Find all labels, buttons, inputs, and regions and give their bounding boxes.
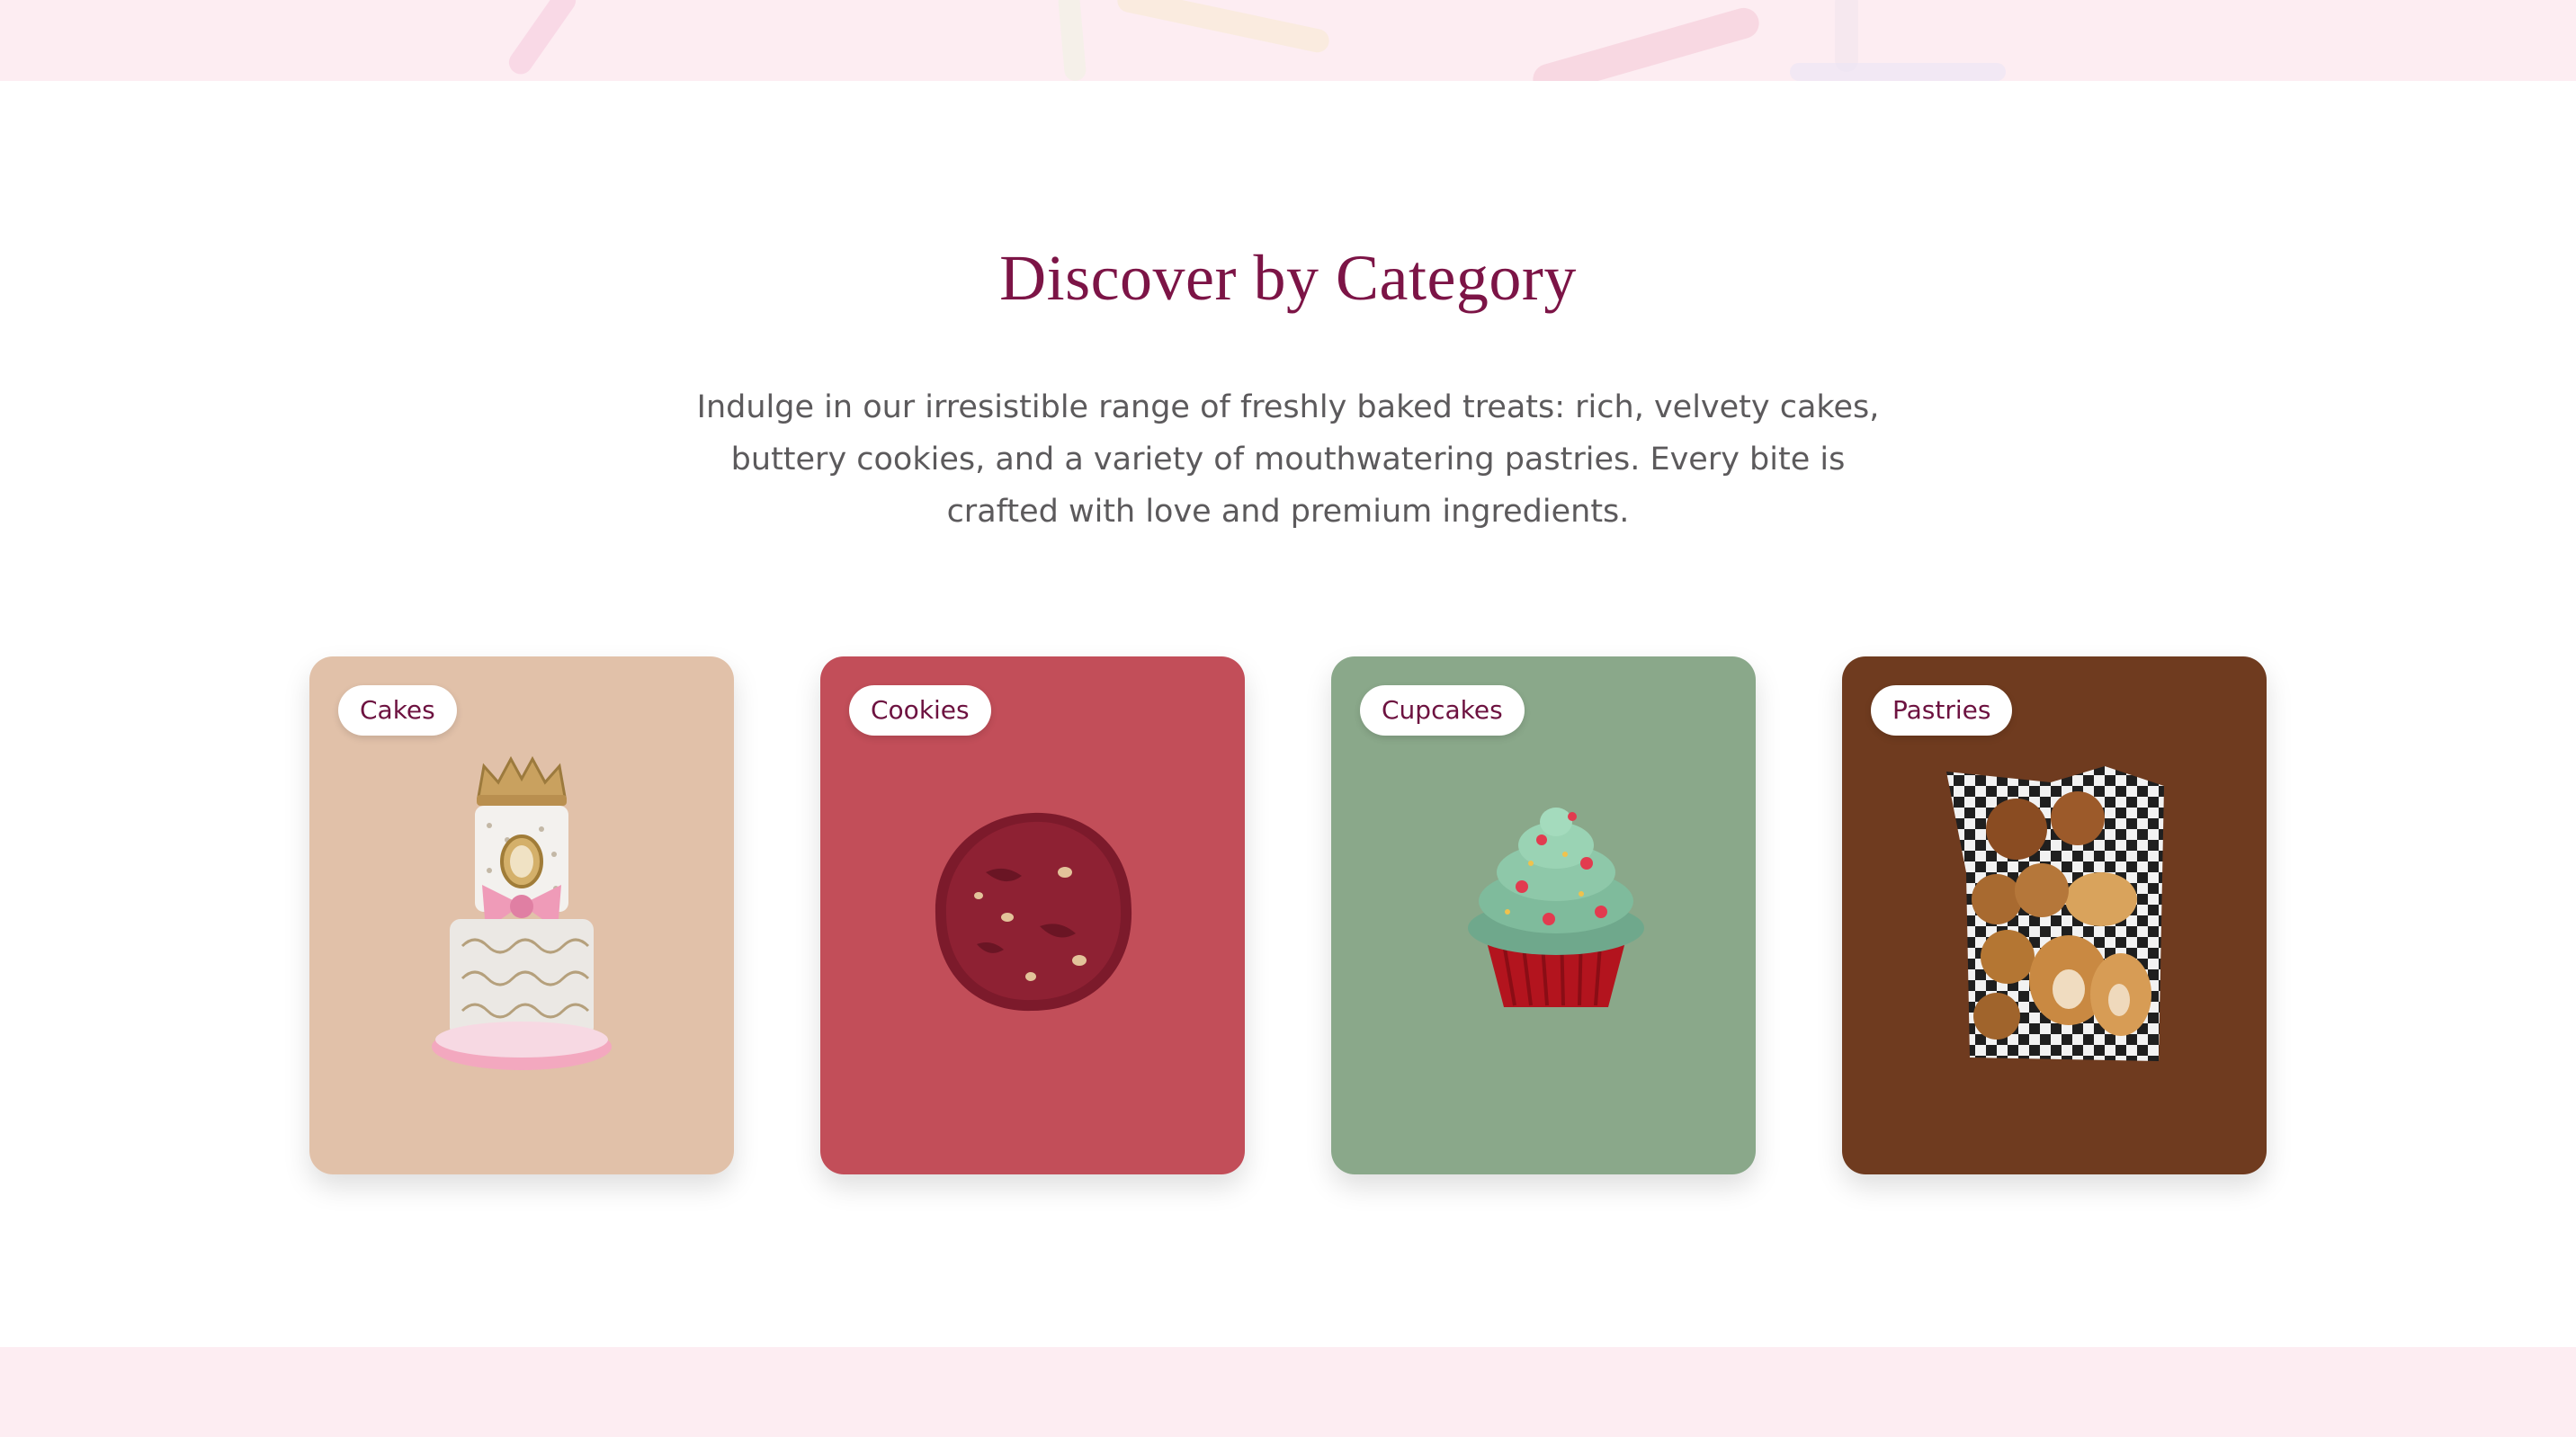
category-label-cupcakes: Cupcakes xyxy=(1360,685,1525,736)
section-description: Indulge in our irresistible range of fre… xyxy=(696,389,1880,530)
category-cards: Cakes Cookies Cupcakes Pastries xyxy=(0,656,2576,1174)
category-card-cakes[interactable]: Cakes xyxy=(309,656,734,1174)
category-card-cookies[interactable]: Cookies xyxy=(820,656,1245,1174)
category-label-cookies: Cookies xyxy=(849,685,991,736)
page: Discover by Category Indulge in our irre… xyxy=(0,0,2576,1437)
category-card-cupcakes[interactable]: Cupcakes xyxy=(1331,656,1756,1174)
pastries-image xyxy=(1943,764,2168,1067)
category-card-pastries[interactable]: Pastries xyxy=(1842,656,2267,1174)
bottom-band xyxy=(0,1347,2576,1437)
section-title: Discover by Category xyxy=(999,242,1577,314)
cake-image xyxy=(426,754,617,1077)
category-label-cakes: Cakes xyxy=(338,685,457,736)
cupcake-image xyxy=(1466,800,1646,1013)
category-label-pastries: Pastries xyxy=(1871,685,2013,736)
cookie-image xyxy=(932,809,1135,1014)
top-decorative-band xyxy=(0,0,2576,81)
